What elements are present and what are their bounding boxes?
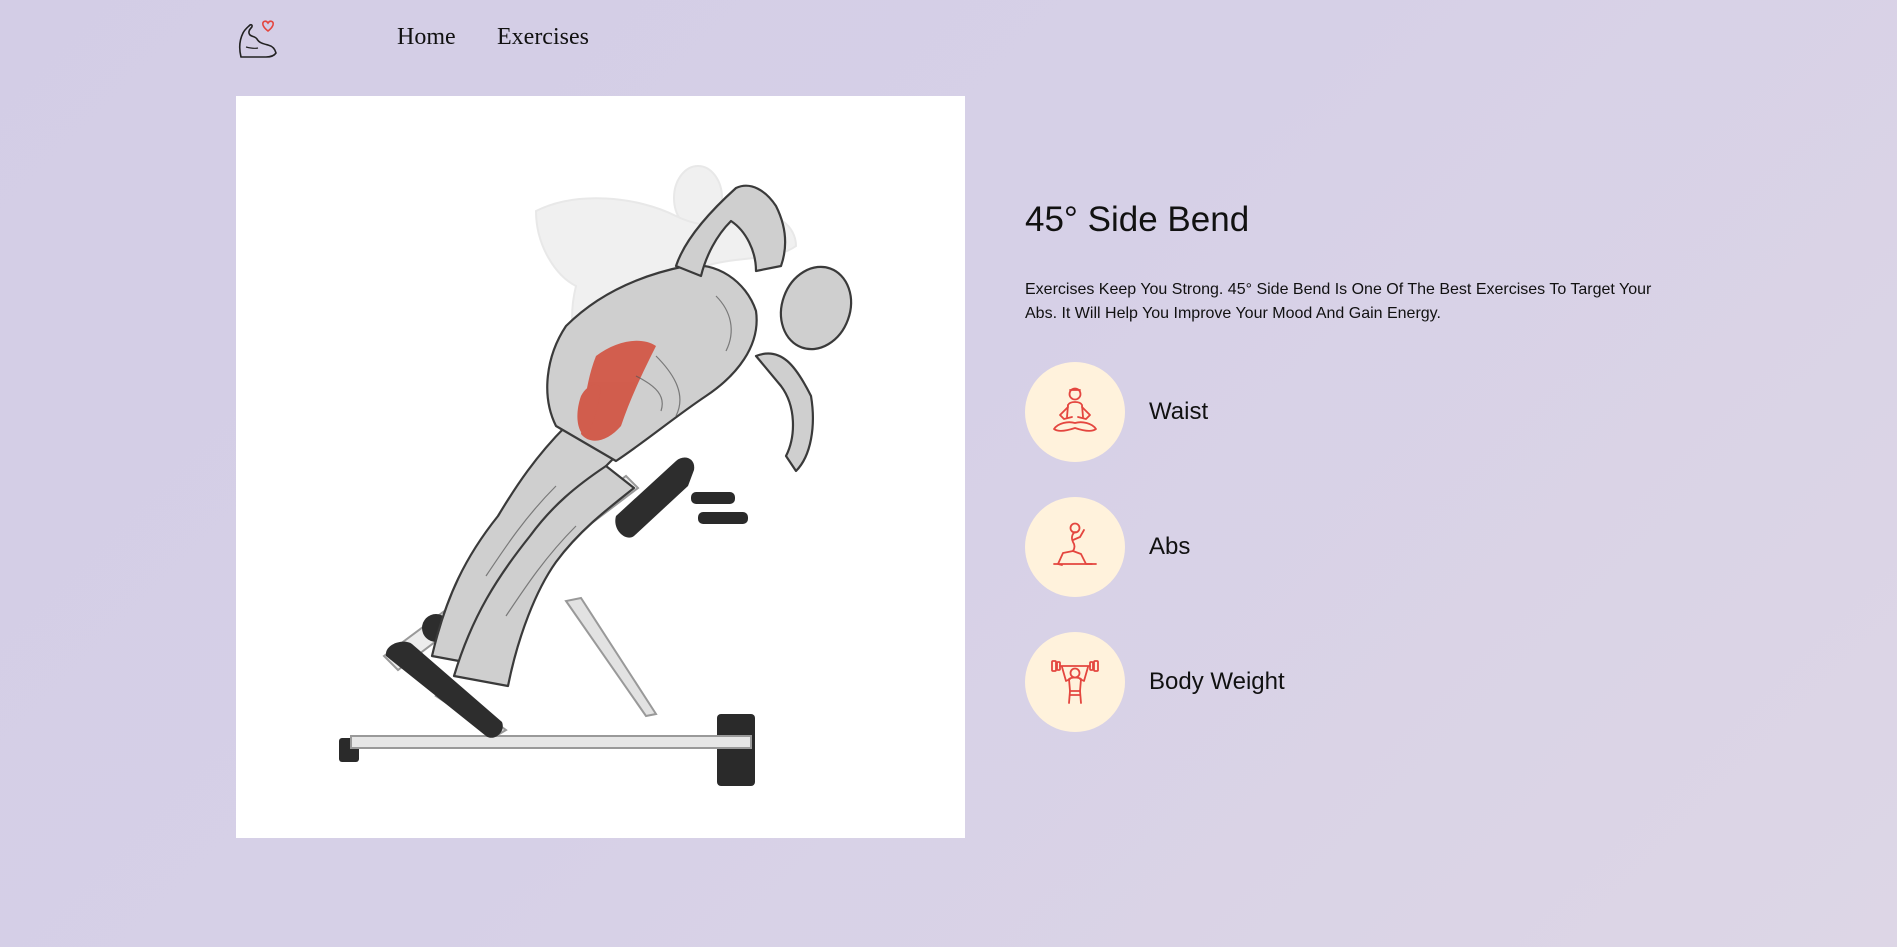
dumbbell-press-icon (1051, 660, 1099, 704)
tag-label-waist: Waist (1149, 398, 1209, 425)
tag-icon-circle (1025, 497, 1125, 597)
navbar: Home Exercises (236, 18, 589, 60)
flexed-arm-heart-icon (238, 20, 277, 58)
side-bend-illustration (339, 165, 853, 786)
exercise-tags: Waist Abs Body Weight (1025, 362, 1685, 732)
nav-link-exercises[interactable]: Exercises (497, 24, 589, 51)
exercise-image (236, 96, 965, 838)
tag-label-body-weight: Body Weight (1149, 668, 1285, 695)
exercise-title: 45° Side Bend (1025, 200, 1250, 239)
exercise-details: 45° Side Bend Exercises Keep You Strong.… (1025, 200, 1685, 767)
meditation-icon (1053, 387, 1097, 432)
tag-waist: Waist (1025, 362, 1685, 462)
tag-icon-circle (1025, 632, 1125, 732)
lunge-icon (1053, 522, 1097, 566)
tag-abs: Abs (1025, 497, 1685, 597)
nav-link-home[interactable]: Home (397, 24, 456, 51)
logo-link[interactable] (236, 19, 278, 59)
tag-body-weight: Body Weight (1025, 632, 1685, 732)
exercise-description: Exercises Keep You Strong. 45° Side Bend… (1025, 281, 1652, 322)
tag-icon-circle (1025, 362, 1125, 462)
tag-label-abs: Abs (1149, 533, 1191, 560)
